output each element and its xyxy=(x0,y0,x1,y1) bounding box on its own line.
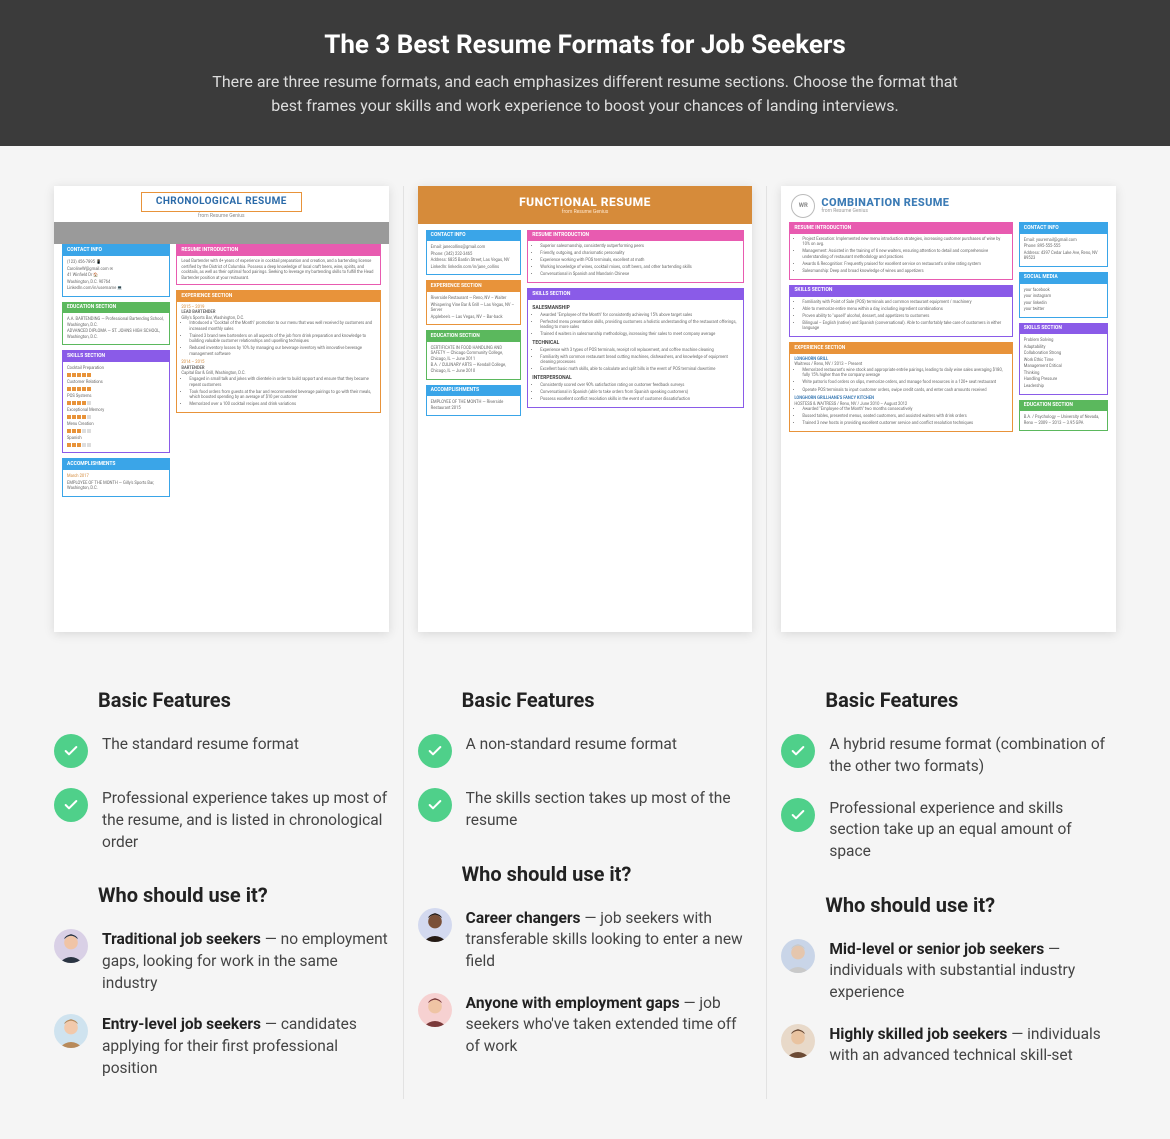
who-item: Anyone with employment gaps — job seeker… xyxy=(418,993,753,1058)
badge-edu: EDUCATION SECTION xyxy=(1020,401,1107,412)
feature-item: Professional experience and skills secti… xyxy=(781,798,1116,863)
check-icon xyxy=(418,788,452,822)
thumb-combination: WR COMBINATION RESUME from Resume Genius… xyxy=(781,186,1116,632)
page-subtitle: There are three resume formats, and each… xyxy=(205,70,965,118)
thumb-avatar: WR xyxy=(791,194,815,218)
check-icon xyxy=(54,788,88,822)
who-item: Highly skilled job seekers — individuals… xyxy=(781,1024,1116,1067)
badge-intro: RESUME INTRODUCTION xyxy=(790,223,1011,234)
who-item: Career changers — job seekers with trans… xyxy=(418,908,753,973)
badge-intro: RESUME INTRODUCTION xyxy=(528,231,743,242)
check-icon xyxy=(418,734,452,768)
col-chronological: CHRONOLOGICAL RESUME from Resume Genius … xyxy=(40,186,403,1099)
badge-skills: SKILLS SECTION xyxy=(790,286,1011,297)
col-functional: FUNCTIONAL RESUME from Resume Genius CON… xyxy=(403,186,767,1099)
badge-contact: CONTACT INFO xyxy=(427,231,521,242)
badge-exp: EXPERIENCE SECTION xyxy=(427,281,521,292)
who-heading: Who should use it? xyxy=(98,883,389,907)
features-heading: Basic Features xyxy=(98,688,389,712)
avatar-icon xyxy=(418,993,452,1027)
badge-education: EDUCATION SECTION xyxy=(63,303,169,314)
avatar-icon xyxy=(781,939,815,973)
badge-skills-list: SKILLS SECTION xyxy=(1020,324,1107,335)
avatar-icon xyxy=(54,1014,88,1048)
badge-contact: CONTACT INFO xyxy=(1020,223,1107,234)
badge-edu: EDUCATION SECTION xyxy=(427,331,521,342)
badge-skills: SKILLS SECTION xyxy=(528,289,743,300)
thumb-sub: from Resume Genius xyxy=(54,214,389,220)
badge-intro: RESUME INTRODUCTION xyxy=(177,245,379,256)
col-combination: WR COMBINATION RESUME from Resume Genius… xyxy=(766,186,1130,1099)
badge-exp: EXPERIENCE SECTION xyxy=(177,291,379,302)
who-heading: Who should use it? xyxy=(462,862,753,886)
feature-item: Professional experience takes up most of… xyxy=(54,788,389,853)
thumb-sub: from Resume Genius xyxy=(821,209,949,215)
check-icon xyxy=(781,734,815,768)
feature-item: The skills section takes up most of the … xyxy=(418,788,753,831)
badge-exp: EXPERIENCE SECTION xyxy=(790,343,1011,354)
who-heading: Who should use it? xyxy=(825,893,1116,917)
who-item: Mid-level or senior job seekers — indivi… xyxy=(781,939,1116,1004)
badge-accomp: ACCOMPLISHMENTS xyxy=(63,459,169,470)
who-item: Entry-level job seekers — candidates app… xyxy=(54,1014,389,1079)
format-columns: CHRONOLOGICAL RESUME from Resume Genius … xyxy=(0,146,1170,1139)
badge-contact: CONTACT INFO xyxy=(63,245,169,256)
badge-social: SOCIAL MEDIA xyxy=(1020,273,1107,284)
thumb-title: FUNCTIONAL RESUME xyxy=(418,196,753,210)
thumb-chronological: CHRONOLOGICAL RESUME from Resume Genius … xyxy=(54,186,389,632)
feature-item: The standard resume format xyxy=(54,734,389,768)
badge-acc: ACCOMPLISHMENTS xyxy=(427,386,521,397)
features-heading: Basic Features xyxy=(462,688,753,712)
who-item: Traditional job seekers — no employment … xyxy=(54,929,389,994)
thumb-title: CHRONOLOGICAL RESUME xyxy=(141,192,302,212)
thumb-functional: FUNCTIONAL RESUME from Resume Genius CON… xyxy=(418,186,753,632)
feature-item: A non-standard resume format xyxy=(418,734,753,768)
avatar-icon xyxy=(418,908,452,942)
page-title: The 3 Best Resume Formats for Job Seeker… xyxy=(20,30,1150,60)
features-heading: Basic Features xyxy=(825,688,1116,712)
check-icon xyxy=(781,798,815,832)
avatar-icon xyxy=(781,1024,815,1058)
check-icon xyxy=(54,734,88,768)
avatar-icon xyxy=(54,929,88,963)
badge-skills: SKILLS SECTION xyxy=(63,351,169,362)
page-header: The 3 Best Resume Formats for Job Seeker… xyxy=(0,0,1170,146)
thumb-sub: from Resume Genius xyxy=(418,210,753,216)
feature-item: A hybrid resume format (combination of t… xyxy=(781,734,1116,777)
